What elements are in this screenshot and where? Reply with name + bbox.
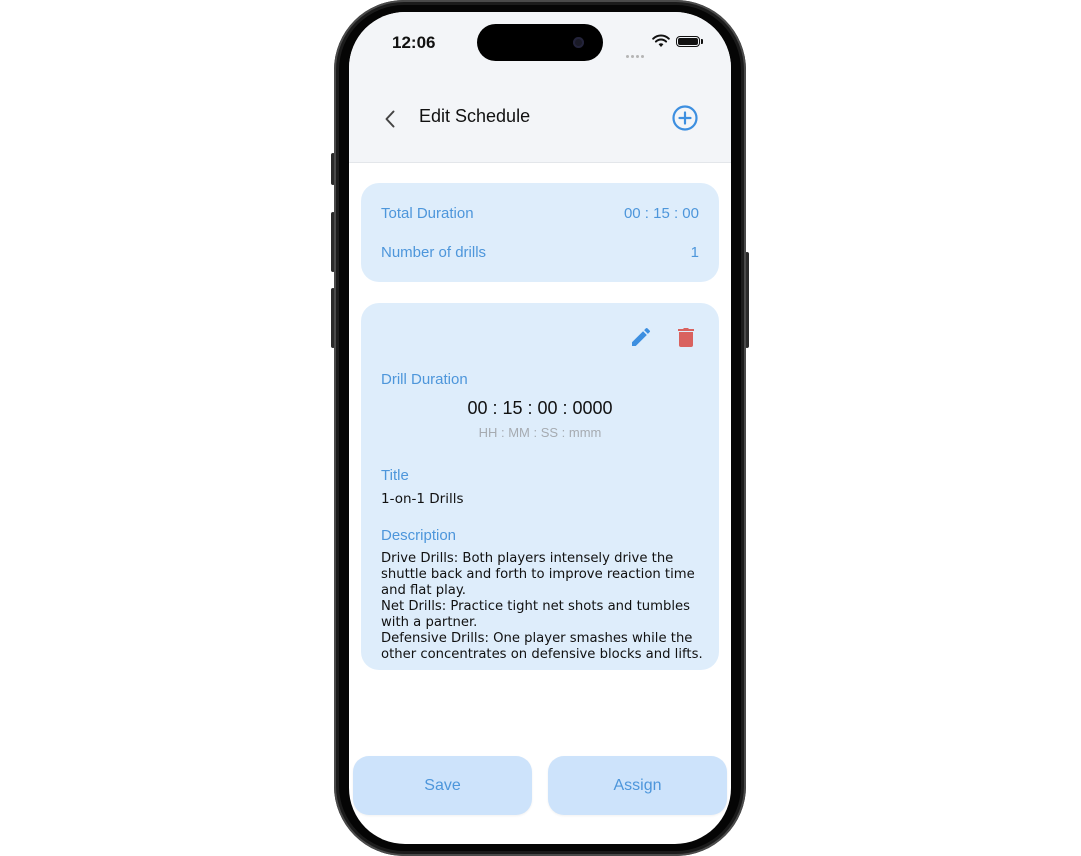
schedule-summary-card: Total Duration 00 : 15 : 00 Number of dr…	[361, 183, 719, 282]
drill-duration-value[interactable]: 00 : 15 : 00 : 0000	[361, 398, 719, 419]
drills-count-value: 1	[690, 244, 699, 261]
plus-circle-icon	[672, 105, 698, 131]
duration-format-hint: HH : MM : SS : mmm	[478, 425, 602, 440]
description-label: Description	[381, 527, 457, 544]
drills-count-label: Number of drills	[381, 244, 487, 261]
back-button[interactable]	[377, 105, 405, 133]
add-drill-button[interactable]	[671, 104, 699, 132]
status-time: 12:06	[392, 33, 436, 52]
wifi-icon	[652, 34, 670, 47]
drill-card: Drill Duration 00 : 15 : 00 : 0000 HH : …	[361, 303, 719, 670]
battery-icon	[676, 36, 700, 47]
edit-drill-button[interactable]	[629, 325, 653, 349]
trash-icon	[678, 328, 694, 347]
total-duration-label: Total Duration	[381, 205, 474, 222]
delete-drill-button[interactable]	[675, 325, 697, 349]
total-duration-value: 00 : 15 : 00	[623, 205, 699, 222]
pencil-icon	[632, 327, 651, 346]
page-title: Edit Schedule	[419, 106, 531, 126]
dynamic-island	[477, 24, 603, 61]
title-label: Title	[381, 467, 409, 484]
drill-title-value: 1-on-1 Drills	[381, 491, 464, 507]
header: 12:06 Edit Schedule	[349, 12, 731, 163]
signal-icon	[626, 43, 646, 62]
drill-duration-label: Drill Duration	[381, 371, 468, 388]
drill-description-value: Drive Drills: Both players intensely dri…	[381, 551, 703, 662]
chevron-left-icon	[385, 110, 395, 128]
screen: 12:06 Edit Schedule Total Duration 00 : …	[349, 12, 731, 844]
assign-button[interactable]: Assign	[548, 756, 727, 815]
save-button[interactable]: Save	[353, 756, 532, 815]
